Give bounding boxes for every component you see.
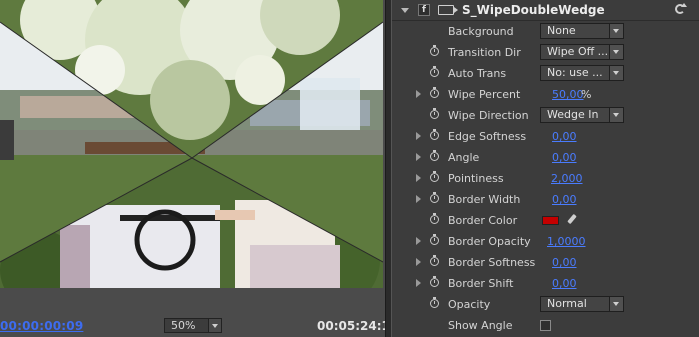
property-label: Pointiness xyxy=(448,172,504,185)
property-label: Edge Softness xyxy=(448,130,527,143)
property-row-border-width: Border Width 0,00 xyxy=(392,189,699,210)
zoom-value: 50% xyxy=(171,319,196,332)
property-label: Transition Dir xyxy=(448,46,521,59)
stopwatch-icon[interactable] xyxy=(430,150,439,161)
wipe-direction-select[interactable]: Wedge In xyxy=(540,107,624,123)
property-label: Border Color xyxy=(448,214,518,227)
panel-divider[interactable] xyxy=(385,0,392,337)
border-shift-value[interactable]: 0,00 xyxy=(552,277,577,290)
select-value: Normal xyxy=(547,297,587,310)
border-opacity-value[interactable]: 1,0000 xyxy=(547,235,586,248)
stopwatch-icon[interactable] xyxy=(430,255,439,266)
video-clip-icon xyxy=(438,5,458,15)
property-row-background: Background None xyxy=(392,21,699,42)
property-row-opacity: Opacity Normal xyxy=(392,294,699,315)
select-value: Wipe Off ... xyxy=(547,45,609,58)
property-row-border-color: Border Color xyxy=(392,210,699,231)
effect-controls-panel: f S_WipeDoubleWedge Background None Tran… xyxy=(392,0,699,337)
property-row-auto-trans: Auto Trans No: use ... xyxy=(392,63,699,84)
property-row-border-shift: Border Shift 0,00 xyxy=(392,273,699,294)
chevron-down-icon xyxy=(609,297,623,311)
zoom-select[interactable]: 50% xyxy=(164,318,222,333)
expand-triangle-icon[interactable] xyxy=(416,174,421,182)
opacity-select[interactable]: Normal xyxy=(540,296,624,312)
property-row-border-softness: Border Softness 0,00 xyxy=(392,252,699,273)
property-row-wipe-percent: Wipe Percent 50,00 % xyxy=(392,84,699,105)
property-label: Wipe Percent xyxy=(448,88,521,101)
property-label: Wipe Direction xyxy=(448,109,529,122)
background-select[interactable]: None xyxy=(540,23,624,39)
property-row-border-opacity: Border Opacity 1,0000 xyxy=(392,231,699,252)
transition-dir-select[interactable]: Wipe Off ... xyxy=(540,44,624,60)
chevron-down-icon xyxy=(609,45,623,59)
expand-triangle-icon[interactable] xyxy=(416,237,421,245)
stopwatch-icon[interactable] xyxy=(430,213,439,224)
property-list: Background None Transition Dir Wipe Off … xyxy=(392,21,699,336)
border-width-value[interactable]: 0,00 xyxy=(552,193,577,206)
property-label: Border Shift xyxy=(448,277,514,290)
stopwatch-icon[interactable] xyxy=(430,108,439,119)
stopwatch-icon[interactable] xyxy=(430,87,439,98)
effect-header: f S_WipeDoubleWedge xyxy=(392,0,699,21)
property-label: Background xyxy=(448,25,514,38)
property-row-angle: Angle 0,00 xyxy=(392,147,699,168)
property-row-wipe-direction: Wipe Direction Wedge In xyxy=(392,105,699,126)
property-label: Angle xyxy=(448,151,480,164)
fx-toggle-icon[interactable]: f xyxy=(418,4,430,16)
video-preview[interactable] xyxy=(0,0,383,288)
reset-icon[interactable] xyxy=(675,3,687,14)
property-label: Show Angle xyxy=(448,319,513,332)
angle-value[interactable]: 0,00 xyxy=(552,151,577,164)
property-label: Border Width xyxy=(448,193,521,206)
pointiness-value[interactable]: 2,000 xyxy=(551,172,583,185)
select-value: Wedge In xyxy=(547,108,599,121)
percent-unit: % xyxy=(581,88,592,101)
expand-triangle-icon[interactable] xyxy=(416,279,421,287)
stopwatch-icon[interactable] xyxy=(430,297,439,308)
select-value: None xyxy=(547,24,576,37)
border-color-swatch[interactable] xyxy=(542,216,559,225)
expand-triangle-icon[interactable] xyxy=(416,258,421,266)
expand-triangle-icon[interactable] xyxy=(416,195,421,203)
property-label: Auto Trans xyxy=(448,67,507,80)
select-value: No: use ... xyxy=(547,66,603,79)
chevron-down-icon xyxy=(208,319,221,332)
wipe-percent-value[interactable]: 50,00 xyxy=(552,88,584,101)
stopwatch-icon[interactable] xyxy=(430,129,439,140)
property-row-show-angle: Show Angle xyxy=(392,315,699,336)
stopwatch-icon[interactable] xyxy=(430,276,439,287)
property-row-edge-softness: Edge Softness 0,00 xyxy=(392,126,699,147)
current-timecode[interactable]: 00:00:00:09 xyxy=(0,319,83,333)
property-row-pointiness: Pointiness 2,000 xyxy=(392,168,699,189)
eyedropper-icon[interactable] xyxy=(567,213,577,225)
show-angle-checkbox[interactable] xyxy=(540,320,551,331)
auto-trans-select[interactable]: No: use ... xyxy=(540,65,624,81)
expand-triangle-icon[interactable] xyxy=(416,153,421,161)
chevron-down-icon xyxy=(609,66,623,80)
property-label: Border Softness xyxy=(448,256,536,269)
expand-triangle-icon[interactable] xyxy=(416,90,421,98)
stopwatch-icon[interactable] xyxy=(430,45,439,56)
chevron-down-icon xyxy=(609,108,623,122)
chevron-down-icon xyxy=(609,24,623,38)
stopwatch-icon[interactable] xyxy=(430,171,439,182)
property-label: Border Opacity xyxy=(448,235,531,248)
collapse-triangle-icon[interactable] xyxy=(401,8,409,13)
property-row-transition-dir: Transition Dir Wipe Off ... xyxy=(392,42,699,63)
stopwatch-icon[interactable] xyxy=(430,192,439,203)
stopwatch-icon[interactable] xyxy=(430,66,439,77)
edge-softness-value[interactable]: 0,00 xyxy=(552,130,577,143)
program-monitor: 00:00:00:09 50% 00:05:24:14 xyxy=(0,0,398,337)
video-frame-image xyxy=(0,0,383,288)
monitor-controls: 00:00:00:09 50% 00:05:24:14 xyxy=(0,316,398,337)
expand-triangle-icon[interactable] xyxy=(416,132,421,140)
effect-name: S_WipeDoubleWedge xyxy=(462,3,605,17)
border-softness-value[interactable]: 0,00 xyxy=(552,256,577,269)
stopwatch-icon[interactable] xyxy=(430,234,439,245)
property-label: Opacity xyxy=(448,298,491,311)
